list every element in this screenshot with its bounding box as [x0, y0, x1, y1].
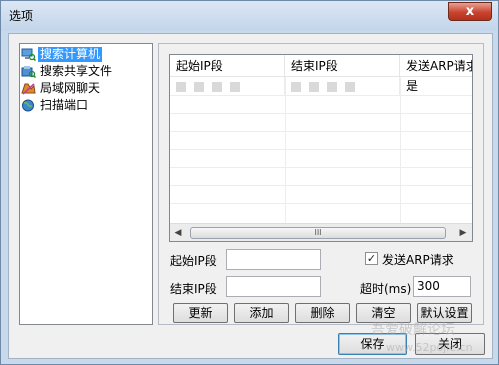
cell-send-arp: 是	[406, 79, 419, 93]
scroll-thumb[interactable]: III	[190, 227, 446, 239]
watermark-url: www.52pojie.cn	[386, 341, 473, 354]
timeout-label: 超时(ms)	[360, 282, 412, 296]
send-arp-label: 发送ARP请求	[382, 253, 454, 267]
send-arp-checkbox[interactable]: ✓	[365, 252, 378, 265]
column-header-end-ip[interactable]: 结束IP段	[285, 55, 400, 77]
table-row[interactable]: 是	[170, 77, 472, 95]
start-ip-input[interactable]	[226, 249, 321, 270]
watermark-title: 吾爱破解论坛	[371, 322, 455, 338]
cell-start-ip	[170, 77, 285, 95]
tree-item-search-computer[interactable]: 搜索计算机	[21, 46, 103, 62]
chat-icon	[21, 82, 36, 95]
column-header-send-arp[interactable]: 发送ARP请求	[400, 55, 472, 77]
tree-item-label: 搜索计算机	[38, 46, 103, 62]
window-title: 选项	[9, 9, 34, 23]
tree-item-label: 扫描端口	[40, 97, 89, 112]
scroll-right-arrow-icon[interactable]: ▶	[458, 227, 468, 239]
list-header: 起始IP段 结束IP段 发送ARP请求	[170, 55, 472, 77]
tree-item-lan-chat[interactable]: 局域网聊天	[21, 80, 102, 96]
horizontal-scrollbar[interactable]: ◀ III ▶	[170, 223, 472, 241]
options-window: 选项 x 搜索计算机 搜索共享文件 局域网聊天 扫描端口 起始IP段 结束IP段…	[0, 0, 499, 365]
tree-item-label: 搜索共享文件	[40, 63, 113, 78]
category-tree[interactable]: 搜索计算机 搜索共享文件 局域网聊天 扫描端口	[19, 43, 153, 325]
timeout-input[interactable]: 300	[413, 276, 471, 297]
tree-item-label: 局域网聊天	[40, 80, 101, 95]
settings-panel: 起始IP段 结束IP段 发送ARP请求 是 ◀ III ▶ 起始IP段 ✓ 发送…	[158, 43, 484, 325]
computer-search-icon	[21, 48, 36, 61]
end-ip-input[interactable]	[226, 276, 321, 297]
tree-item-scan-ports[interactable]: 扫描端口	[21, 97, 90, 113]
update-button[interactable]: 更新	[173, 303, 228, 323]
end-ip-label: 结束IP段	[170, 282, 217, 296]
globe-icon	[22, 99, 34, 111]
delete-button[interactable]: 删除	[295, 303, 350, 323]
tree-item-search-shared-files[interactable]: 搜索共享文件	[21, 63, 114, 79]
column-header-start-ip[interactable]: 起始IP段	[170, 55, 285, 77]
close-window-button[interactable]: x	[448, 2, 492, 21]
title-bar[interactable]: 选项 x	[1, 1, 498, 31]
ip-range-list[interactable]: 起始IP段 结束IP段 发送ARP请求 是 ◀ III ▶	[169, 54, 473, 242]
shared-folder-icon	[21, 65, 36, 78]
start-ip-label: 起始IP段	[170, 254, 217, 268]
add-button[interactable]: 添加	[234, 303, 289, 323]
scroll-left-arrow-icon[interactable]: ◀	[173, 227, 183, 239]
dialog-client-area: 搜索计算机 搜索共享文件 局域网聊天 扫描端口 起始IP段 结束IP段 发送AR…	[8, 33, 493, 359]
cell-end-ip	[285, 77, 400, 95]
